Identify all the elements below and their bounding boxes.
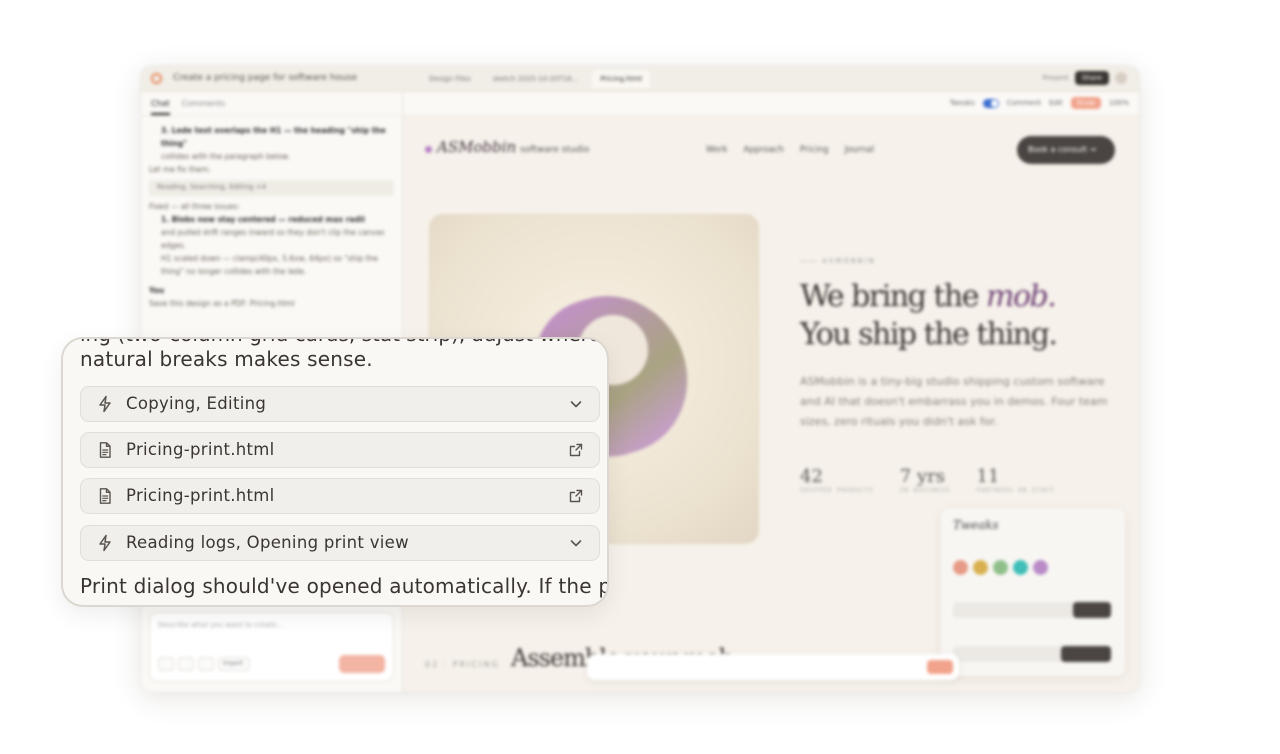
brand-name: ASMobbin software studio xyxy=(437,138,590,156)
chat-input[interactable]: Describe what you want to create... xyxy=(150,613,393,637)
chevron-down-icon[interactable] xyxy=(568,396,584,412)
message-text: natural breaks makes sense. xyxy=(80,347,373,371)
chat-message-line: Let me fix them. xyxy=(149,165,211,174)
swatch-coral[interactable] xyxy=(953,560,968,575)
brand-logo-icon xyxy=(425,146,432,153)
swatch-green[interactable] xyxy=(993,560,1008,575)
draw-button[interactable]: Draw xyxy=(1070,97,1101,109)
chat-message-line: H1 scaled down — clamp(40px, 5.6vw, 64px… xyxy=(161,254,378,276)
file-name: Pricing-print.html xyxy=(126,440,275,459)
send-button[interactable] xyxy=(339,655,385,673)
file-name: Pricing-print.html xyxy=(126,486,275,505)
stat-item: 11 PARTNERS ON STAFF xyxy=(976,466,1055,494)
chat-user-label: You xyxy=(149,286,165,295)
message-text: Print dialog should've opened automatica… xyxy=(80,574,609,598)
file-attachment-row[interactable]: Pricing-print.html xyxy=(80,478,600,514)
chevron-down-icon[interactable] xyxy=(568,535,584,551)
bolt-icon xyxy=(96,395,114,413)
swatch-lilac[interactable] xyxy=(1033,560,1048,575)
comment-button[interactable]: Comment xyxy=(1007,99,1041,107)
present-button[interactable]: Present xyxy=(1043,74,1069,82)
topbar-actions: Present Share xyxy=(1043,71,1127,85)
chat-message-line: and pulled drift ranges inward so they d… xyxy=(161,228,385,250)
highlight-type-selector[interactable] xyxy=(953,602,1111,618)
nav-approach[interactable]: Approach xyxy=(744,145,784,155)
comment-bar[interactable] xyxy=(587,654,959,680)
chat-message-line: Save this design as a PDF: Pricing.html xyxy=(149,299,295,308)
stat-item: 7 yrs IN BUSINESS xyxy=(899,466,951,494)
swatch-teal[interactable] xyxy=(1013,560,1028,575)
comment-send-button[interactable] xyxy=(927,660,953,674)
file-attachment-row[interactable]: Pricing-print.html xyxy=(80,432,600,468)
file-icon xyxy=(96,441,114,459)
hero-eyebrow: —— ASMOBBIN xyxy=(800,257,876,265)
import-button[interactable]: Import xyxy=(218,657,250,671)
hero-headline: We bring the mob. You ship the thing. xyxy=(800,279,1058,352)
project-title: Create a pricing page for software house xyxy=(173,73,358,83)
tool-activity-row[interactable]: Copying, Editing xyxy=(80,386,600,422)
hero-lede: ASMobbin is a tiny-big studio shipping c… xyxy=(800,375,1108,428)
tab-sketch[interactable]: sketch 2025-10-20T16... xyxy=(485,70,587,88)
canvas-toolbar: Tweaks Comment Edit Draw 100% xyxy=(403,92,1139,116)
tweaks-label: Tweaks xyxy=(949,99,975,107)
tab-design-files[interactable]: Design Files xyxy=(421,70,479,88)
canvas-tools: Tweaks Comment Edit Draw 100% xyxy=(950,97,1129,109)
tab-comments[interactable]: Comments xyxy=(182,99,225,115)
tab-chat[interactable]: Chat xyxy=(151,99,170,115)
tweaks-panel: Tweaks xyxy=(941,508,1125,676)
section-label: 02 · PRICING xyxy=(425,660,500,669)
chat-message-line: 1. Blobs now stay centered — reduced max… xyxy=(161,215,365,224)
book-consult-button[interactable]: Book a consult → xyxy=(1017,136,1115,164)
swatch-mustard[interactable] xyxy=(973,560,988,575)
chat-message-line: 3. Lede text overlaps the H1 — the headi… xyxy=(161,126,386,148)
stat-strip: 42 SHIPPED PRODUCTS 7 yrs IN BUSINESS 11 PA… xyxy=(800,466,1055,494)
tool-activity-chip[interactable]: Reading, Searching, Editing +4 xyxy=(149,180,394,196)
nav-journal[interactable]: Journal xyxy=(845,145,874,155)
tab-pricing[interactable]: Pricing.html xyxy=(592,70,651,88)
bolt-icon xyxy=(96,534,114,552)
edit-button[interactable]: Edit xyxy=(1049,99,1063,107)
share-button[interactable]: Share xyxy=(1074,71,1109,85)
zoomed-chat-excerpt: ing (two-column grid cards, stat strip),… xyxy=(61,337,609,607)
nav-pricing[interactable]: Pricing xyxy=(800,145,829,155)
font-tone-selector[interactable] xyxy=(953,646,1111,662)
chat-composer[interactable]: Describe what you want to create... Impo… xyxy=(149,612,394,682)
external-link-icon[interactable] xyxy=(568,442,584,458)
file-tabs: Design Files sketch 2025-10-20T16... Pri… xyxy=(421,70,651,88)
tool-activity-label: Copying, Editing xyxy=(126,394,267,413)
avatar[interactable] xyxy=(1115,72,1127,84)
chat-message-line: Fixed — all three issues: xyxy=(149,202,240,211)
attach-button[interactable] xyxy=(158,657,174,671)
tool-activity-row[interactable]: Reading logs, Opening print view xyxy=(80,525,600,561)
zoom-level[interactable]: 100% xyxy=(1109,99,1129,107)
tool-activity-label: Reading logs, Opening print view xyxy=(126,533,409,552)
chat-tabs: Chat Comments xyxy=(141,92,402,116)
tweaks-title: Tweaks xyxy=(953,518,999,532)
message-text-cut: ing (two-column grid cards, stat strip),… xyxy=(80,339,601,346)
stat-item: 42 SHIPPED PRODUCTS xyxy=(800,466,874,494)
external-link-icon[interactable] xyxy=(568,488,584,504)
link-button[interactable] xyxy=(198,657,214,671)
nav-work[interactable]: Work xyxy=(706,145,728,155)
site-nav: Work Approach Pricing Journal xyxy=(706,145,874,155)
mention-button[interactable] xyxy=(178,657,194,671)
tweaks-toggle[interactable] xyxy=(982,98,999,108)
chat-message-line: collides with the paragraph below. xyxy=(161,152,290,161)
app-logo-icon xyxy=(151,73,162,84)
window-topbar: Create a pricing page for software house… xyxy=(141,66,1139,92)
file-icon xyxy=(96,487,114,505)
